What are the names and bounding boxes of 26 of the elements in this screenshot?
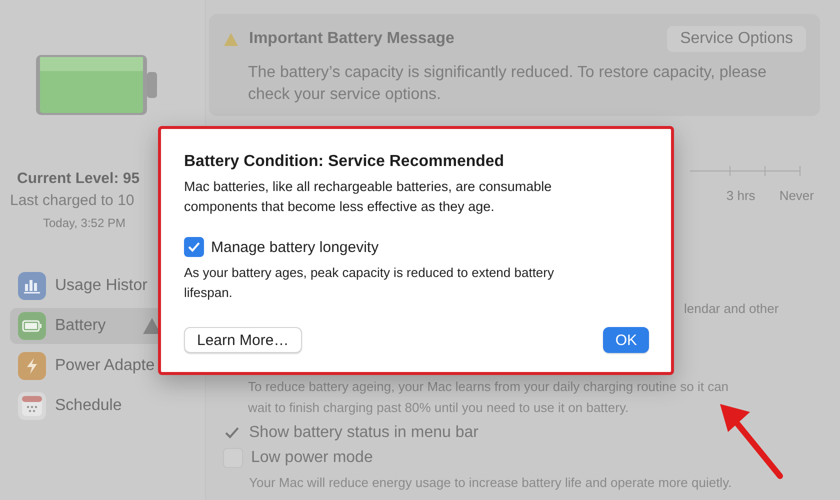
slider-label: Never: [779, 188, 814, 203]
message-text: The battery’s capacity is significantly reduced. To restore capacity, please check your service options.: [248, 63, 768, 105]
warning-icon: [223, 32, 239, 46]
sidebar-item[interactable]: Schedule: [10, 388, 205, 424]
slider-label: 3 hrs: [726, 188, 756, 203]
battery-icon: [18, 312, 46, 340]
dialog-title: Battery Condition: Service Recommended: [184, 153, 506, 171]
checkbox-label: Manage battery longevity: [211, 238, 379, 256]
option-label: Show battery status in menu bar: [249, 424, 478, 442]
option-label: Low power mode: [251, 449, 373, 467]
ok-button[interactable]: OK: [603, 327, 649, 353]
optimized-charging-text: To reduce battery ageing, your Mac learns from your daily charging routine so it can wait to finish charging past 80% until you need to use it on battery.: [247, 378, 730, 417]
check-icon: [225, 427, 239, 439]
check-icon: [188, 242, 200, 252]
dialog-text: Mac batteries, like all rechargeable batteries, are consumable components that become less effective as they age.: [184, 178, 553, 216]
chart-icon: [18, 272, 46, 300]
learn-more-button[interactable]: Learn More…: [184, 327, 302, 353]
charged-time: Today, 3:52 PM: [42, 216, 126, 230]
calendar-icon: [18, 392, 46, 420]
message-title: Important Battery Message: [249, 30, 456, 48]
option-description: Your Mac will reduce energy usage to increase battery life and operate more quietly.: [248, 475, 733, 490]
checkbox[interactable]: [184, 237, 204, 257]
dialog-note: As your battery ages, peak capacity is reduced to extend battery lifespan.: [184, 264, 555, 302]
calendar-text: lendar and other: [683, 301, 780, 316]
bolt-icon: [18, 352, 46, 380]
service-options-button[interactable]: Service Options: [667, 26, 806, 52]
